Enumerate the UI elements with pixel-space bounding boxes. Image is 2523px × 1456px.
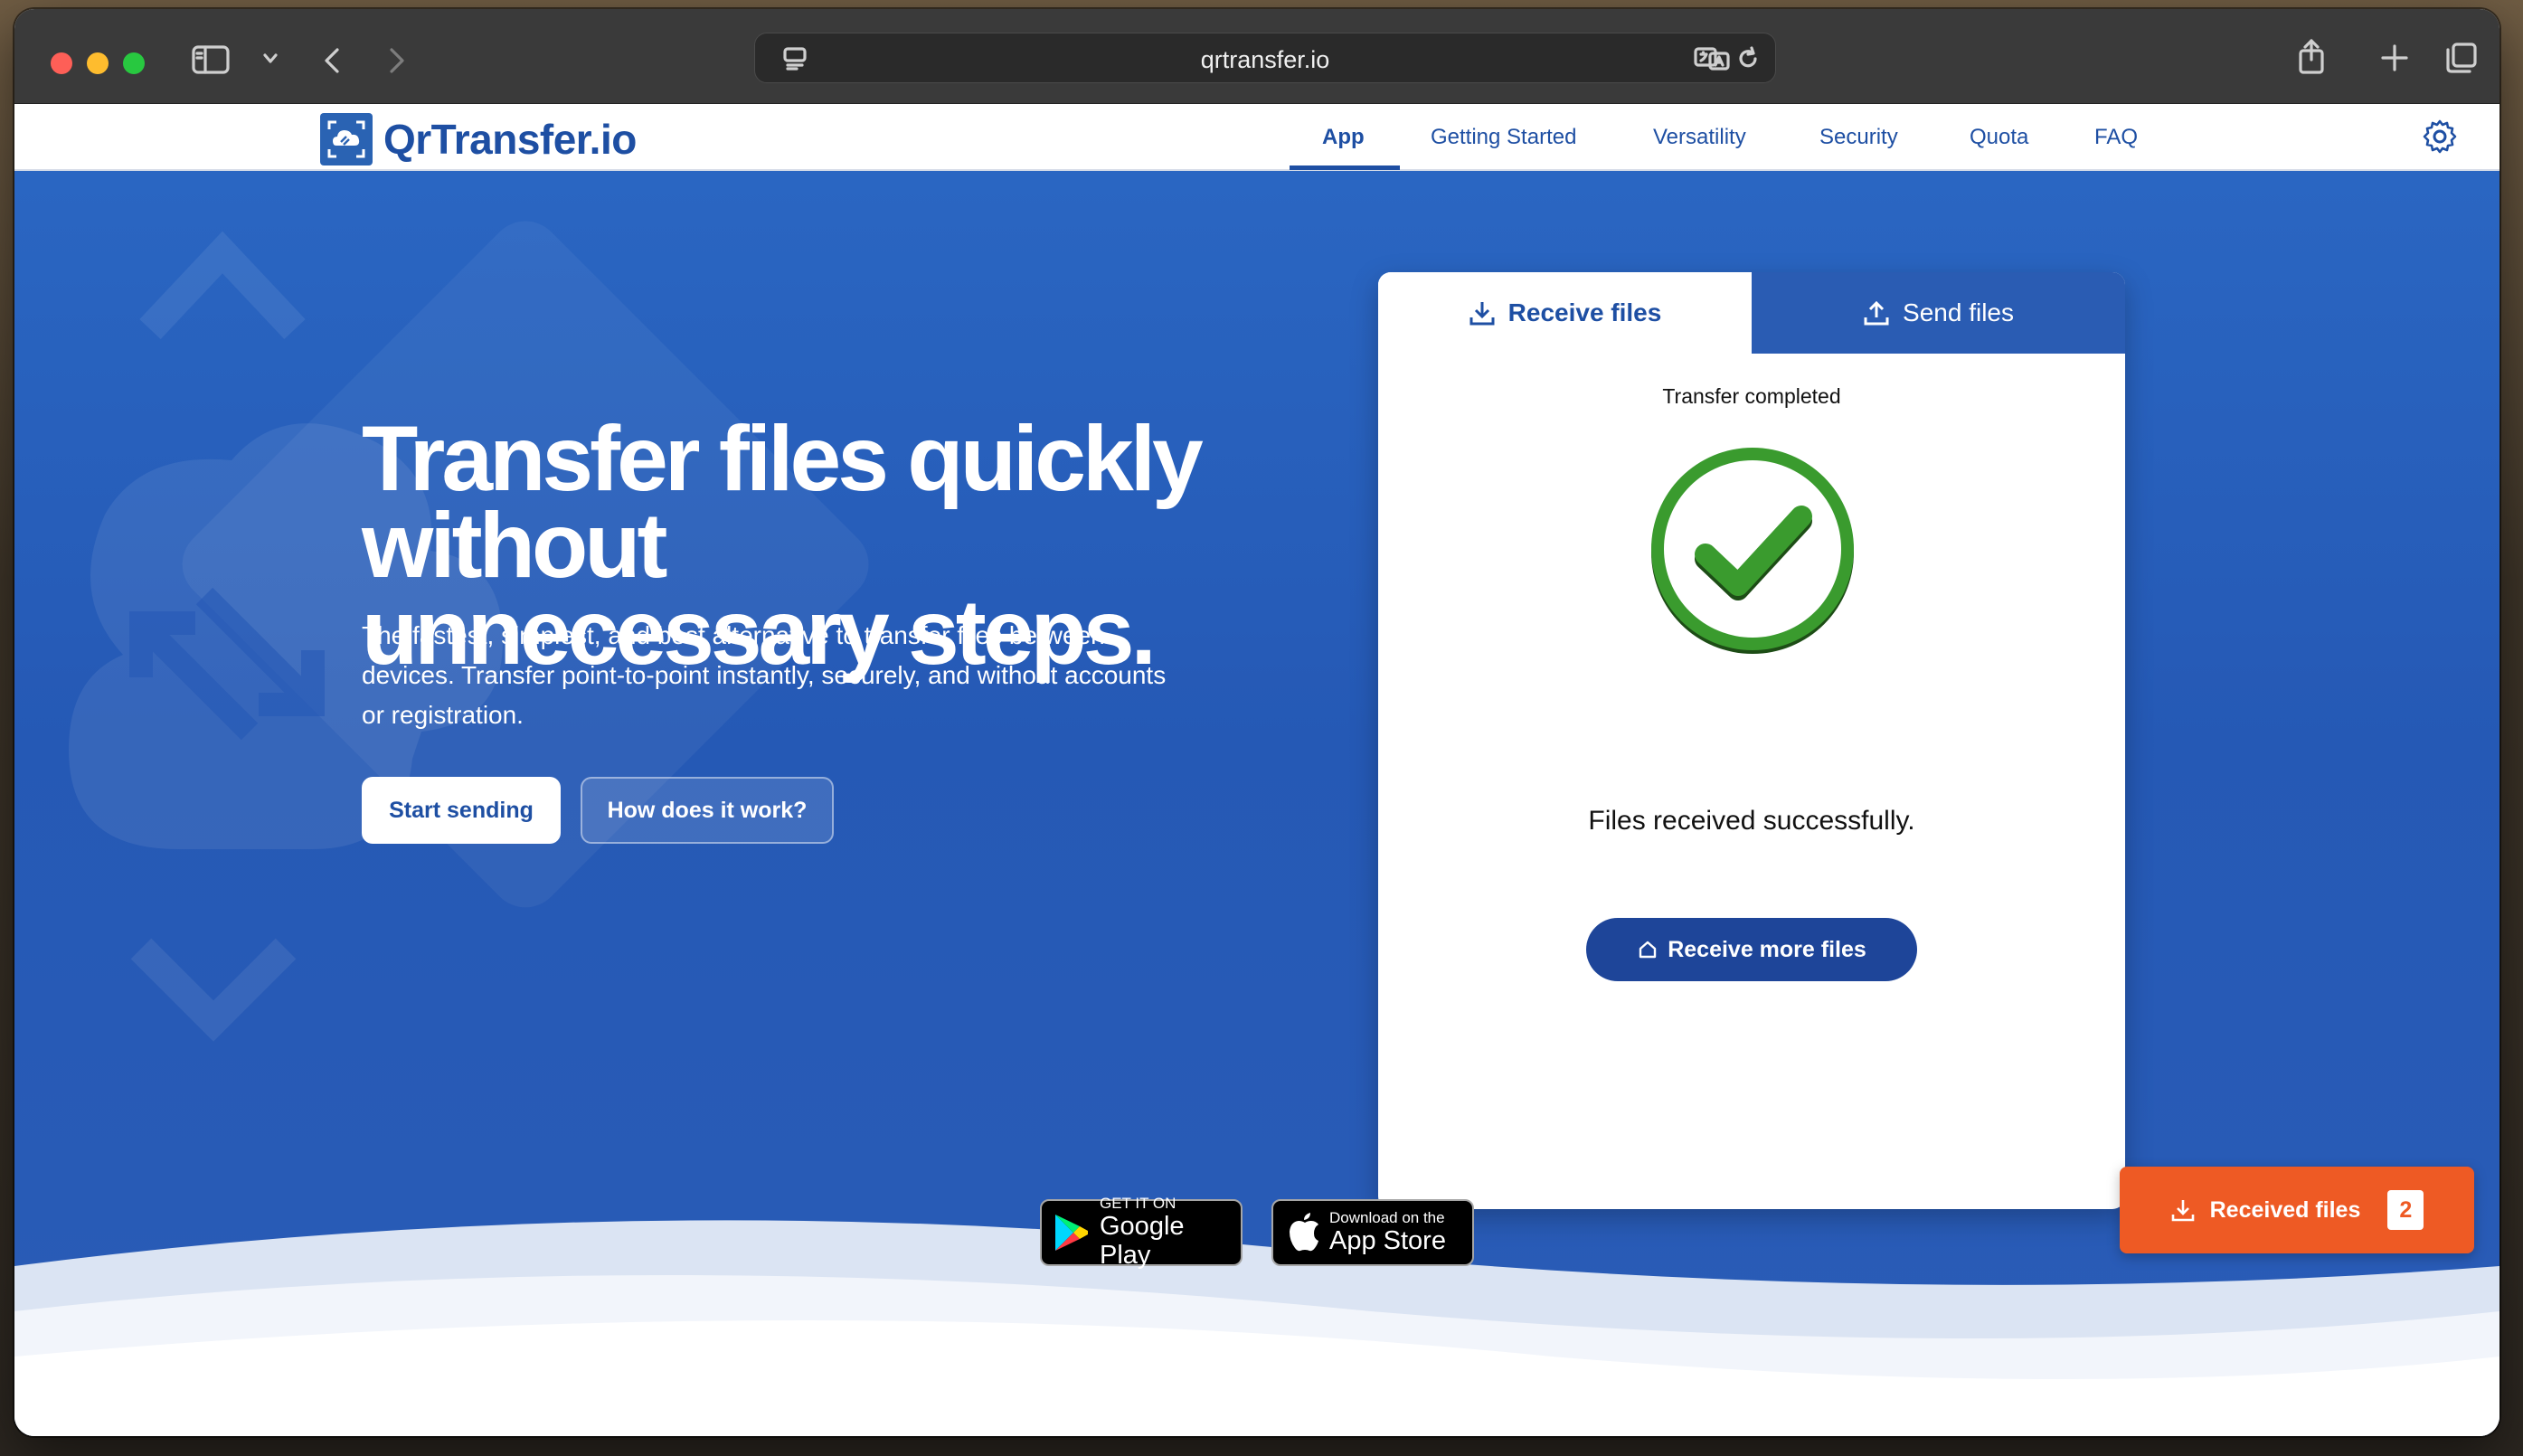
tab-send-label: Send files [1903,298,2014,326]
nav-quota[interactable]: Quota [1970,104,2028,171]
minimize-window-button[interactable] [87,52,109,74]
headline-line-1: Transfer files quickly without [362,407,1204,597]
back-arrow-icon[interactable] [322,47,342,74]
browser-window: qrtransfer.io QrTransfer.io App Getting … [14,9,2499,1436]
logo[interactable]: QrTransfer.io [320,113,637,165]
reload-icon[interactable] [1735,46,1761,71]
chevron-down-icon[interactable] [262,52,279,65]
receive-more-label: Receive more files [1668,936,1866,962]
translate-icon[interactable] [1694,46,1732,71]
google-play-icon [1053,1212,1091,1253]
google-play-big-text: Google Play [1100,1212,1185,1270]
home-icon [1637,939,1658,960]
forward-arrow-icon[interactable] [387,47,407,74]
transfer-status: Transfer completed [1662,384,1841,408]
active-nav-indicator [1290,165,1400,170]
subtext-line-3: or registration. [362,701,524,729]
browser-toolbar: qrtransfer.io [14,9,2499,104]
tab-send-files[interactable]: Send files [1752,272,2125,354]
logo-icon [320,113,373,165]
zoom-window-button[interactable] [123,52,145,74]
app-store-badge[interactable]: Download on the App Store [1271,1199,1474,1266]
bottom-wave [14,1220,2499,1436]
received-files-button[interactable]: Received files 2 [2120,1167,2474,1253]
success-message: Files received successfully. [1588,806,1915,836]
hero-subtext: The fastest, simplest, and best alternat… [362,616,1230,735]
site-header: QrTransfer.io App Getting Started Versat… [14,104,2499,171]
transfer-card: Receive files Send files Transfer comple… [1378,272,2125,1209]
google-play-badge[interactable]: GET IT ON Google Play [1040,1195,1243,1270]
tab-receive-label: Receive files [1507,298,1662,326]
nav-getting-started[interactable]: Getting Started [1431,104,1576,171]
success-check-icon [1651,448,1854,654]
close-window-button[interactable] [51,52,72,74]
app-store-big-text: App Store [1329,1226,1446,1255]
subtext-line-2: devices. Transfer point-to-point instant… [362,661,1167,689]
google-play-small-text: GET IT ON [1100,1195,1176,1212]
url-text: qrtransfer.io [1200,46,1330,73]
received-files-label: Received files [2209,1196,2361,1223]
nav-versatility[interactable]: Versatility [1653,104,1746,171]
settings-gear-icon[interactable] [2422,118,2458,155]
address-bar[interactable]: qrtransfer.io [754,33,1776,83]
subtext-line-1: The fastest, simplest, and best alternat… [362,621,1105,649]
nav-app[interactable]: App [1322,104,1365,171]
download-icon [2170,1197,2196,1223]
apple-icon [1286,1212,1320,1253]
download-icon [1469,299,1496,326]
nav-faq[interactable]: FAQ [2094,104,2138,171]
tab-overview-icon[interactable] [2445,42,2478,74]
app-store-small-text: Download on the [1329,1209,1445,1226]
sidebar-toggle-icon[interactable] [192,45,230,74]
logo-text: QrTransfer.io [383,116,637,163]
receive-more-button[interactable]: Receive more files [1586,918,1917,981]
received-count-badge: 2 [2387,1190,2424,1230]
new-tab-icon[interactable] [2380,43,2409,72]
tab-receive-files[interactable]: Receive files [1378,272,1752,354]
nav-security[interactable]: Security [1819,104,1898,171]
how-it-works-button[interactable]: How does it work? [581,777,834,844]
share-icon[interactable] [2297,38,2326,74]
upload-icon [1863,299,1890,326]
start-sending-button[interactable]: Start sending [362,777,561,844]
